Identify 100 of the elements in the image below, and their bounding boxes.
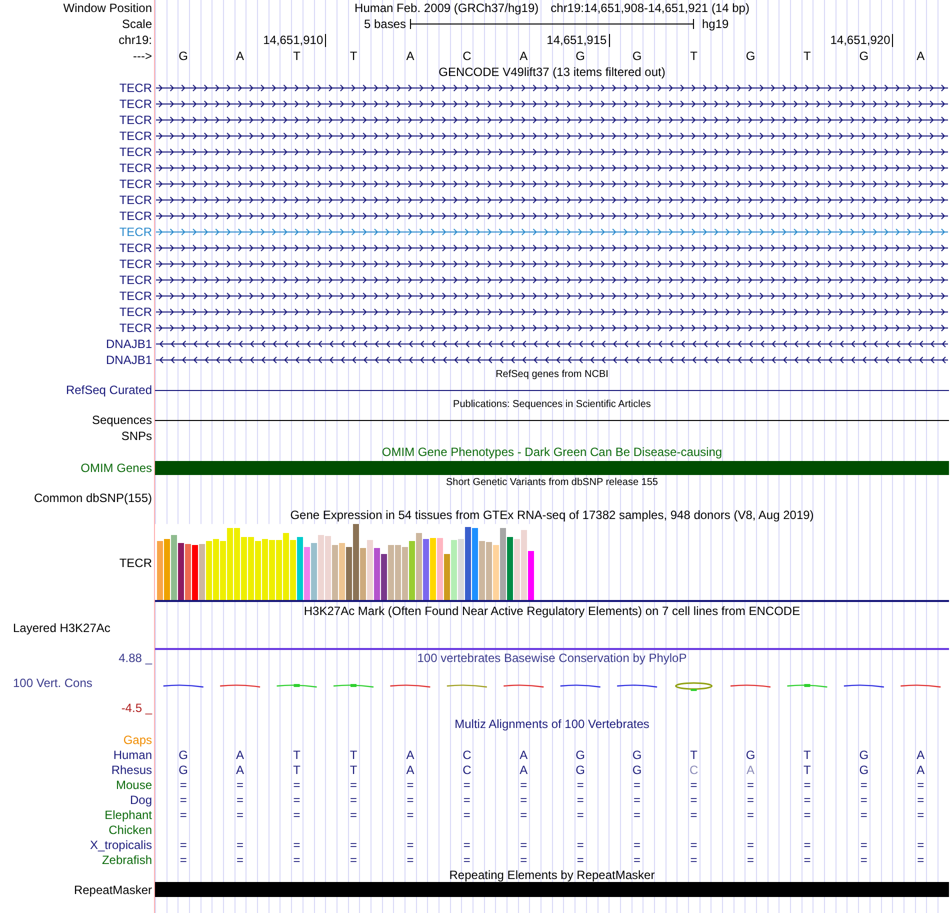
gene-feature[interactable]	[156, 196, 948, 204]
alignment-base: =	[917, 808, 924, 820]
alignment-base: =	[236, 808, 244, 820]
alignment-base: =	[746, 854, 754, 866]
track-label: TECR	[119, 258, 152, 270]
alignment-base: =	[236, 794, 244, 806]
alignment-base: =	[180, 778, 187, 790]
alignment-base: =	[860, 794, 868, 806]
base-letter: T	[690, 50, 698, 62]
track-label: DNAJB1	[106, 338, 152, 350]
alignment-base: =	[520, 854, 528, 866]
conservation-mark	[844, 684, 884, 688]
track-label: TECR	[119, 98, 152, 110]
track-title: Publications: Sequences in Scientific Articles	[453, 400, 651, 410]
gene-feature[interactable]	[156, 340, 948, 348]
alignment-base: =	[690, 854, 698, 866]
gene-feature[interactable]	[156, 132, 948, 140]
base-letter: G	[746, 50, 756, 62]
track-label: TECR	[119, 82, 152, 94]
position-tick: 14,651,920	[830, 34, 894, 46]
alignment-base: =	[293, 778, 300, 790]
alignment-base: T	[690, 748, 698, 760]
alignment-base: =	[293, 808, 300, 820]
alignment-base: T	[293, 764, 300, 776]
track-label: TECR	[119, 178, 152, 190]
base-letter: T	[804, 50, 811, 62]
track-label: Dog	[130, 794, 152, 806]
track-title: GENCODE V49lift37 (13 items filtered out)	[438, 66, 666, 78]
alignment-base: =	[804, 794, 811, 806]
alignment-base: G	[632, 748, 642, 760]
alignment-base: =	[293, 838, 300, 850]
track-label: 4.88 _	[118, 652, 152, 664]
alignment-base: =	[917, 778, 924, 790]
alignment-base: =	[463, 794, 470, 806]
gene-feature[interactable]	[156, 180, 948, 188]
gene-feature[interactable]	[156, 116, 948, 124]
track-label: TECR	[119, 162, 152, 174]
alignment-base: =	[746, 778, 754, 790]
track-label: Sequences	[92, 414, 152, 426]
base-letter: C	[462, 50, 472, 62]
track-label: Common dbSNP(155)	[34, 492, 152, 504]
alignment-base: =	[804, 778, 811, 790]
alignment-base: =	[804, 808, 811, 820]
alignment-base: =	[180, 808, 187, 820]
alignment-base: C	[462, 764, 472, 776]
alignment-base: =	[406, 808, 414, 820]
alignment-base: =	[860, 854, 868, 866]
track-label: X_tropicalis	[90, 838, 152, 850]
track-label: Chicken	[108, 824, 152, 836]
track-label: TECR	[119, 130, 152, 142]
alignment-base: =	[917, 794, 924, 806]
conservation-mark	[504, 684, 544, 688]
gene-feature[interactable]	[156, 100, 948, 108]
alignment-base: A	[746, 764, 754, 776]
track-title: H3K27Ac Mark (Often Found Near Active Regulatory Elements) on 7 cell lines from ENCODE	[304, 605, 800, 617]
gene-feature[interactable]	[156, 244, 948, 252]
gene-feature[interactable]	[156, 260, 948, 268]
track-label: TECR	[119, 290, 152, 302]
gene-feature[interactable]	[156, 292, 948, 300]
alignment-base: =	[350, 854, 357, 866]
alignment-base: A	[406, 764, 414, 776]
alignment-base: A	[916, 748, 925, 760]
alignment-base: =	[690, 838, 698, 850]
alignment-base: T	[804, 764, 811, 776]
track-title: Short Genetic Variants from dbSNP release 155	[446, 478, 658, 488]
alignment-base: =	[634, 854, 641, 866]
alignment-base: =	[860, 808, 868, 820]
track-label: RefSeq Curated	[66, 384, 152, 396]
conservation-mark	[220, 684, 260, 688]
track-title: Multiz Alignments of 100 Vertebrates	[454, 718, 650, 730]
base-letter: G	[859, 50, 869, 62]
base-letter: G	[632, 50, 642, 62]
track-label: OMIM Genes	[80, 462, 152, 474]
base-letter: G	[576, 50, 586, 62]
alignment-base: =	[804, 838, 811, 850]
conservation-mark	[333, 684, 374, 688]
gene-feature[interactable]	[156, 356, 948, 364]
alignment-base: =	[350, 778, 357, 790]
gene-feature[interactable]	[156, 324, 948, 332]
gene-feature[interactable]	[156, 84, 948, 92]
base-letter: A	[236, 50, 244, 62]
track-title: OMIM Gene Phenotypes - Dark Green Can Be Disease-causing	[382, 446, 722, 458]
gene-feature[interactable]	[156, 276, 948, 284]
alignment-base: =	[917, 854, 924, 866]
alignment-base: T	[350, 748, 358, 760]
track-title: RefSeq genes from NCBI	[496, 370, 608, 380]
alignment-base: =	[746, 794, 754, 806]
base-letter: A	[916, 50, 925, 62]
track-label: chr19:	[118, 34, 152, 46]
gene-feature[interactable]	[156, 308, 948, 316]
gene-feature[interactable]	[156, 148, 948, 156]
gene-feature[interactable]	[156, 164, 948, 172]
assembly-name: Human Feb. 2009 (GRCh37/hg19)	[354, 2, 539, 14]
alignment-base: =	[746, 838, 754, 850]
alignment-base: =	[520, 808, 528, 820]
track-title: 100 vertebrates Basewise Conservation by PhyloP	[417, 652, 687, 664]
track-label: Human	[113, 748, 152, 760]
gene-feature[interactable]	[156, 212, 948, 220]
alignment-base: =	[634, 778, 641, 790]
conservation-mark	[787, 684, 828, 688]
